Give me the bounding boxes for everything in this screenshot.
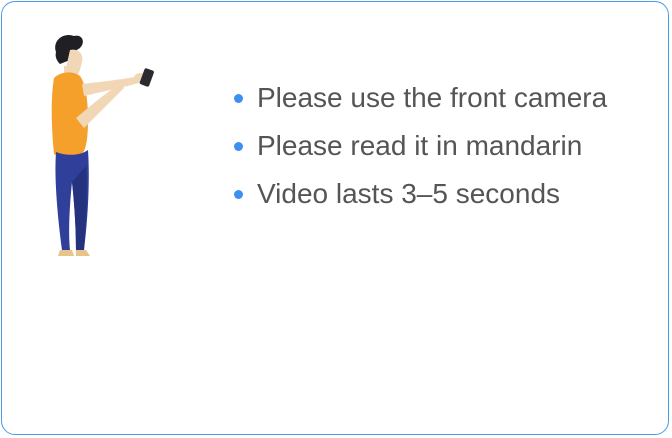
instruction-text: Please use the front camera	[257, 82, 608, 113]
instruction-text: Please read it in mandarin	[257, 130, 583, 161]
bullet-dot	[234, 142, 243, 151]
instruction-list: Please use the front camera Please read …	[230, 78, 607, 222]
bullet-dot	[234, 94, 243, 103]
instruction-text: Video lasts 3–5 seconds	[257, 178, 561, 209]
instruction-item: Please use the front camera	[230, 78, 607, 126]
person-selfie-illustration	[51, 34, 154, 256]
instruction-item: Video lasts 3–5 seconds	[230, 174, 607, 222]
instruction-item: Please read it in mandarin	[230, 126, 607, 174]
instructions-card: Please use the front camera Please read …	[1, 1, 669, 435]
bullet-dot	[234, 190, 243, 199]
